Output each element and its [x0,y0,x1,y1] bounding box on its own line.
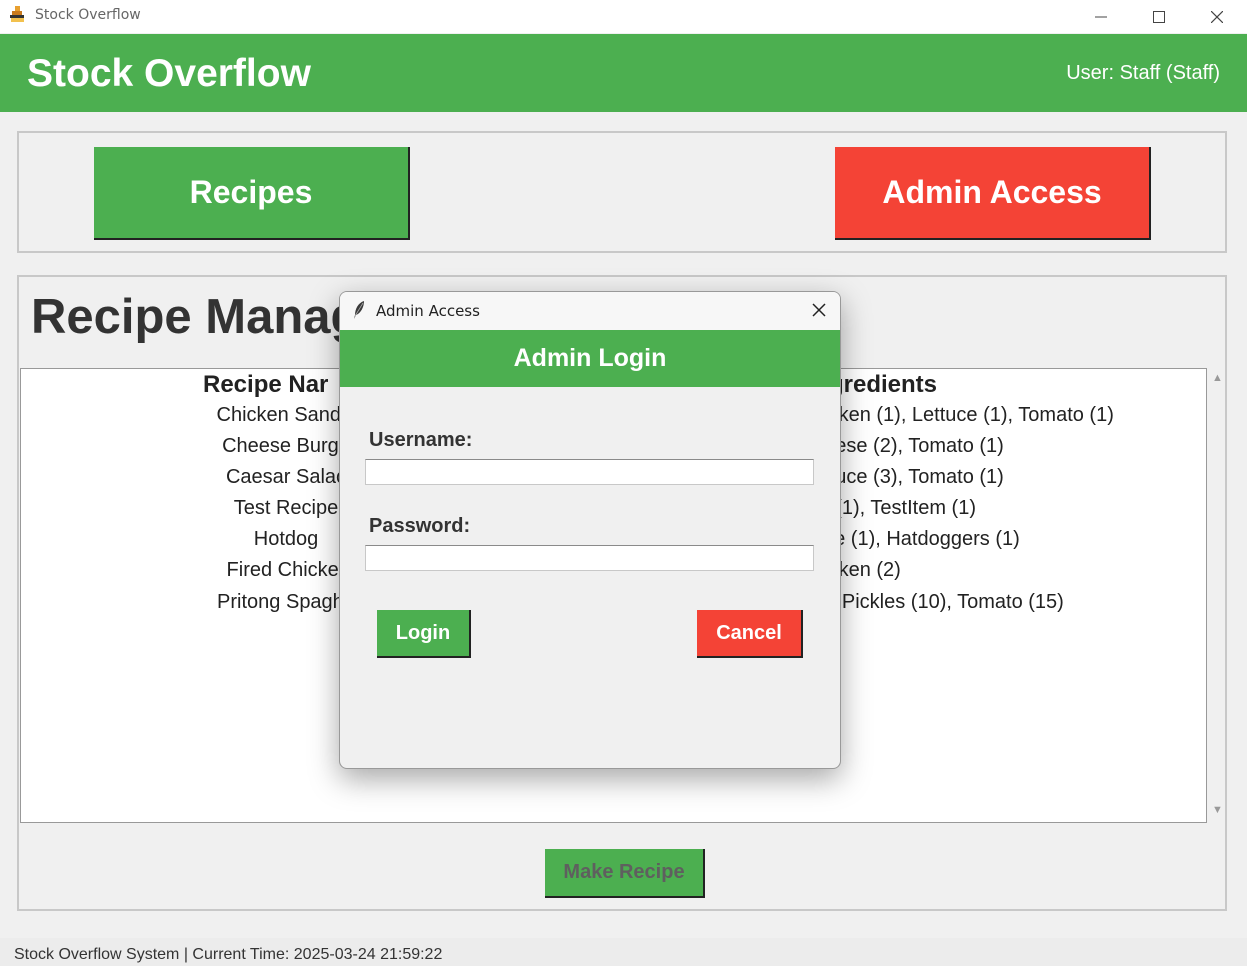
status-bar: Stock Overflow System | Current Time: 20… [0,938,1247,966]
dialog-title: Admin Access [376,302,480,320]
stock-overflow-icon [10,6,26,24]
recipe-ingredients[interactable]: ettuce (3), Tomato (1) [813,466,1004,489]
close-window-button[interactable] [1194,0,1240,33]
maximize-icon [1153,10,1165,23]
maximize-button[interactable] [1136,0,1182,33]
minimize-icon [1095,16,1107,17]
recipe-ingredients[interactable]: heese (2), Tomato (1) [813,435,1004,458]
username-input[interactable] [365,459,814,485]
close-icon [812,303,826,317]
recipe-ingredients[interactable]: ese (1), Hatdoggers (1) [813,528,1020,551]
nav-panel: Recipes Admin Access [17,131,1227,253]
recipe-list-scrollbar[interactable]: ▲ ▼ [1208,368,1226,823]
minimize-button[interactable] [1078,0,1124,33]
recipes-button[interactable]: Recipes [94,147,410,240]
window-title: Stock Overflow [35,7,141,23]
username-label: Username: [369,429,473,451]
column-header-name: Recipe Nar [203,371,329,398]
arrow-up-icon[interactable]: ▲ [1212,372,1223,384]
status-text: Stock Overflow System | Current Time: 20… [14,946,443,963]
login-button[interactable]: Login [377,610,471,658]
arrow-down-icon[interactable]: ▼ [1212,804,1223,816]
page-title: Recipe Manag [31,290,361,344]
user-label: User: Staff (Staff) [1066,62,1220,84]
password-label: Password: [369,515,471,537]
dialog-header: Admin Login [340,330,840,387]
app-header: Stock Overflow User: Staff (Staff) [0,34,1247,112]
feather-icon [352,300,366,325]
app-title: Stock Overflow [27,52,311,95]
dialog-titlebar[interactable]: Admin Access [340,292,840,330]
dialog-close-button[interactable] [808,299,830,326]
recipe-ingredients[interactable]: 5), Pickles (10), Tomato (15) [813,591,1064,614]
window-titlebar[interactable]: Stock Overflow [0,0,1247,33]
column-header-ingredients: gredients [829,371,938,398]
admin-access-button[interactable]: Admin Access [835,147,1151,240]
password-input[interactable] [365,545,814,571]
recipe-ingredients[interactable]: hicken (1), Lettuce (1), Tomato (1) [813,404,1114,427]
close-icon [1211,10,1223,23]
make-recipe-button[interactable]: Make Recipe [545,849,705,898]
admin-login-dialog: Admin Access Admin Login Username: Passw… [339,291,841,769]
cancel-button[interactable]: Cancel [697,610,803,658]
